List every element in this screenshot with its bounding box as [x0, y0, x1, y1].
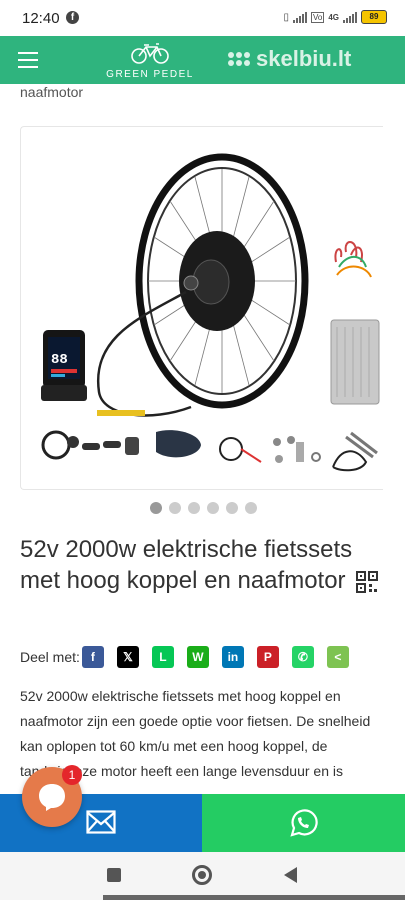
bicycle-icon	[131, 43, 169, 64]
gallery-dot-2[interactable]	[169, 502, 181, 514]
watermark-text: skelbiu.lt	[256, 46, 352, 71]
whatsapp-icon[interactable]: ✆	[291, 646, 314, 668]
signal-icon	[292, 11, 307, 23]
display-image: 88	[41, 330, 87, 401]
qr-code-icon[interactable]	[355, 570, 378, 593]
share-label: Deel met:	[20, 649, 80, 665]
share-icon[interactable]: <	[326, 646, 349, 668]
skelbiu-logo-icon	[228, 52, 250, 66]
vibrate-icon: ▯	[283, 11, 289, 23]
system-nav-bar	[0, 852, 405, 900]
controller-image	[330, 241, 380, 405]
gallery-pagination[interactable]	[150, 502, 257, 514]
gallery-dot-6[interactable]	[245, 502, 257, 514]
network-type: 4G	[328, 12, 339, 22]
notification-badge: 1	[62, 765, 82, 785]
product-title-text: 52v 2000w elektrische fietssets met hoog…	[20, 536, 353, 594]
recents-icon[interactable]	[107, 868, 121, 882]
status-bar: 12:40 f ▯ Vo 4G 89	[0, 0, 405, 36]
watermark: skelbiu.lt	[228, 46, 351, 72]
signal-icon-2	[343, 11, 357, 23]
wheel-image	[96, 153, 309, 417]
facebook-icon: f	[66, 11, 79, 24]
pinterest-icon[interactable]: P	[256, 646, 279, 668]
gallery-dot-4[interactable]	[207, 502, 219, 514]
battery-icon: 89	[361, 10, 387, 24]
x-icon[interactable]: 𝕏	[116, 646, 139, 668]
scroll-indicator	[103, 895, 405, 900]
status-icons: ▯ Vo 4G 89	[283, 10, 387, 24]
gallery-dot-1[interactable]	[150, 502, 162, 514]
status-time: 12:40	[22, 10, 60, 27]
volte-icon: Vo	[310, 11, 325, 23]
hamburger-menu-icon[interactable]	[18, 52, 38, 68]
breadcrumb[interactable]: naafmotor	[20, 84, 83, 100]
product-image: 88	[41, 153, 380, 472]
linkedin-icon[interactable]: in	[221, 646, 244, 668]
share-bar: Deel met: f 𝕏 L W in P ✆ <	[20, 646, 362, 668]
whatsapp-button[interactable]	[202, 794, 405, 852]
site-header: GREEN PEDEL skelbiu.lt	[0, 36, 405, 84]
mail-icon	[86, 810, 116, 834]
facebook-icon[interactable]: f	[81, 646, 104, 668]
parts-thumbnails	[41, 430, 378, 472]
product-title: 52v 2000w elektrische fietssets met hoog…	[20, 534, 380, 596]
product-gallery[interactable]: 88	[20, 126, 383, 490]
brand-name: GREEN PEDEL	[106, 69, 194, 80]
display-readout: 88	[51, 352, 68, 368]
line-icon[interactable]: L	[151, 646, 174, 668]
wechat-icon[interactable]: W	[186, 646, 209, 668]
gallery-dot-5[interactable]	[226, 502, 238, 514]
gallery-dot-3[interactable]	[188, 502, 200, 514]
back-icon[interactable]	[282, 866, 298, 884]
home-icon[interactable]	[192, 865, 212, 885]
whatsapp-icon	[290, 809, 318, 837]
chat-icon	[39, 784, 65, 811]
site-logo[interactable]: GREEN PEDEL	[103, 42, 197, 80]
